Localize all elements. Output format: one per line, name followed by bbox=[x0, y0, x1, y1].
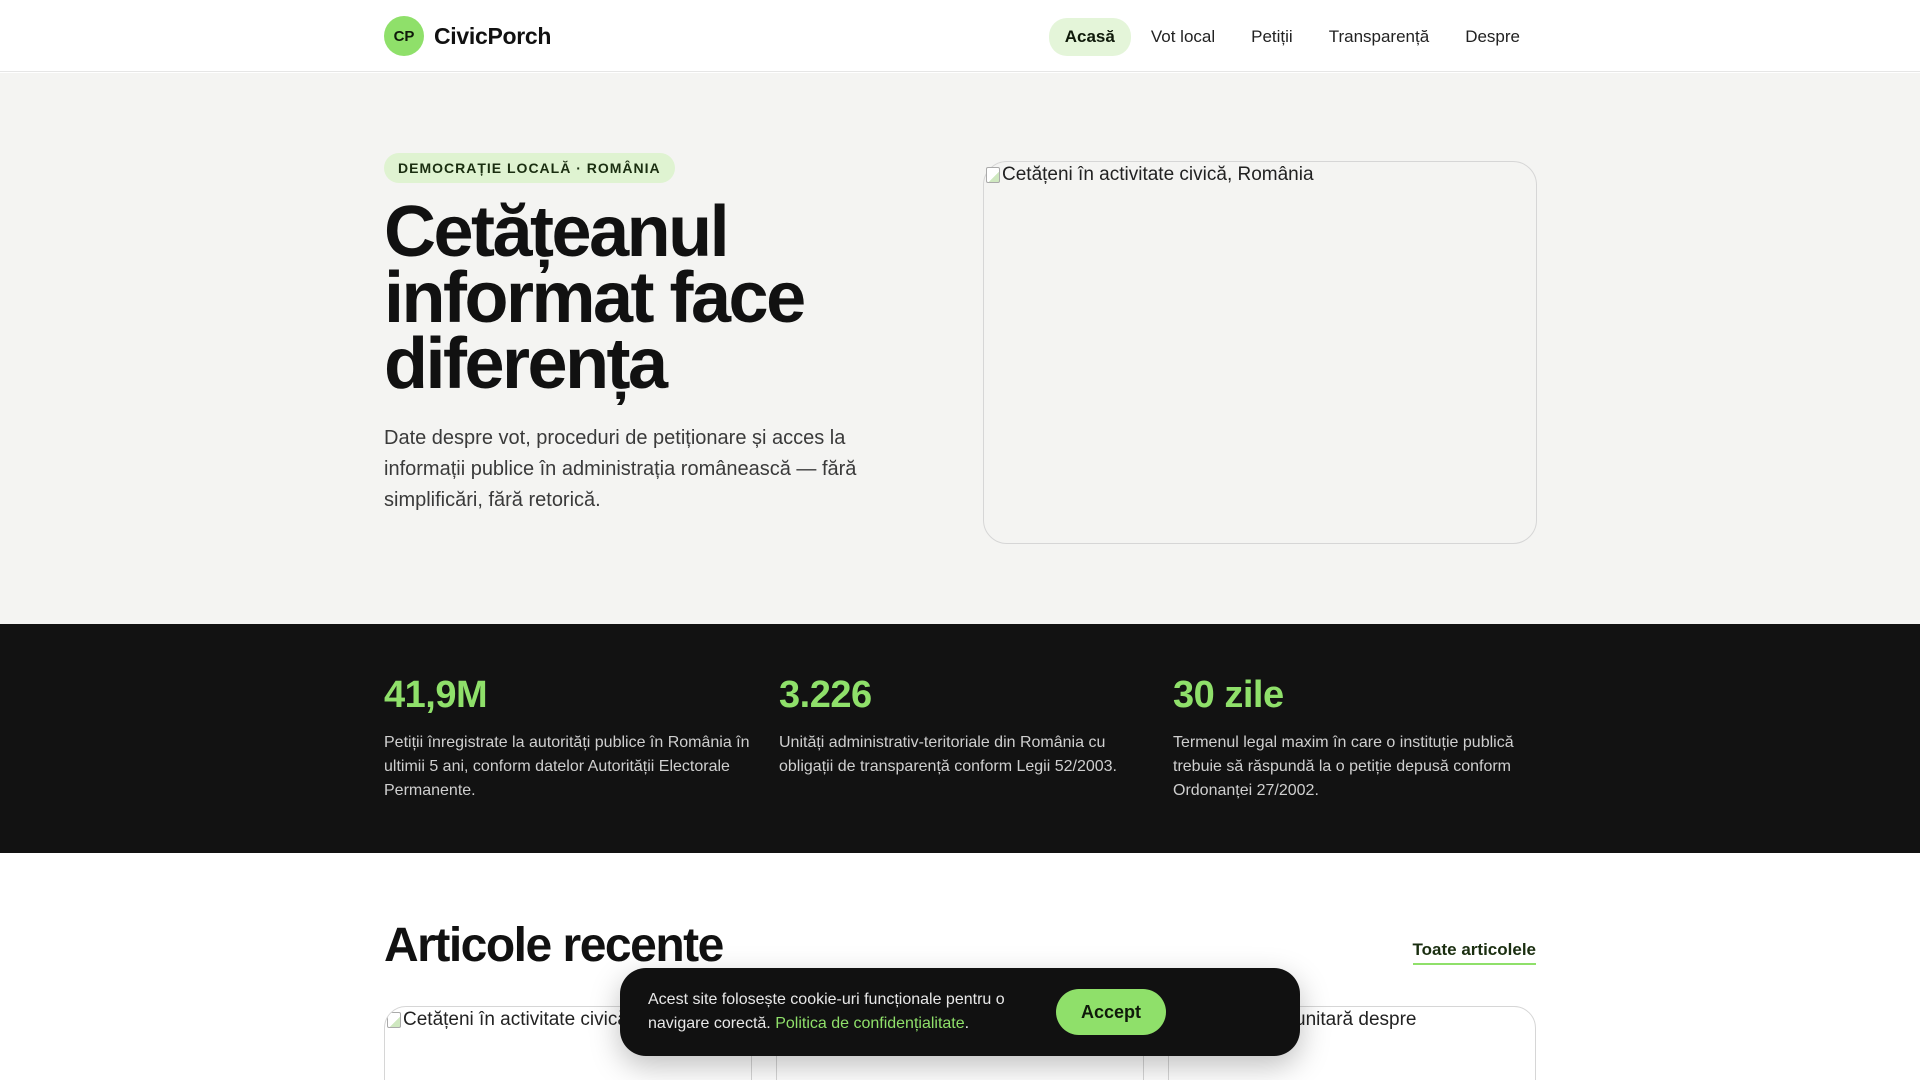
site-header: CP CivicPorch Acasă Vot local Petiții Tr… bbox=[0, 0, 1920, 72]
accept-cookies-button[interactable]: Accept bbox=[1056, 989, 1166, 1035]
stat-value: 3.226 bbox=[779, 674, 872, 716]
stat-description: Termenul legal maxim în care o instituți… bbox=[1173, 734, 1514, 799]
hero-image-alt: Cetățeni în activitate civică, România bbox=[986, 164, 1314, 186]
article-image-alt: Cetățeni în activitate civică bbox=[387, 1009, 628, 1031]
article-image-alt-text: unitară despre bbox=[1295, 1009, 1417, 1030]
cookie-text: Acest site folosește cookie-uri funcțion… bbox=[648, 988, 1068, 1036]
nav-item-acasa[interactable]: Acasă bbox=[1048, 18, 1131, 56]
article-image-alt: unitară despre bbox=[1295, 1009, 1416, 1031]
nav-item-transparenta[interactable]: Transparență bbox=[1313, 18, 1445, 56]
stat-deadline: 30 zile Termenul legal maxim în care o i… bbox=[1173, 674, 1543, 803]
articles-title: Articole recente bbox=[384, 919, 724, 972]
article-image-alt-text: Cetățeni în activitate civică bbox=[403, 1009, 628, 1030]
stat-value: 41,9M bbox=[384, 674, 488, 716]
stat-value: 30 zile bbox=[1173, 674, 1284, 716]
nav-item-despre[interactable]: Despre bbox=[1449, 18, 1536, 56]
hero-tag: DEMOCRAȚIE LOCALĂ · ROMÂNIA bbox=[384, 153, 675, 183]
stats-section: 41,9M Petiții înregistrate la autorități… bbox=[0, 624, 1920, 853]
cookie-banner: Acest site folosește cookie-uri funcțion… bbox=[620, 968, 1300, 1056]
privacy-policy-link[interactable]: Politica de confidențialitate bbox=[775, 1015, 964, 1032]
hero-title: Cetățeanul informat face diferența bbox=[384, 192, 806, 404]
nav-item-vot-local[interactable]: Vot local bbox=[1135, 18, 1231, 56]
main-nav: Acasă Vot local Petiții Transparență Des… bbox=[1048, 18, 1536, 56]
stat-description: Petiții înregistrate la autorități publi… bbox=[384, 734, 750, 799]
stat-description: Unități administrativ-teritoriale din Ro… bbox=[779, 734, 1117, 775]
logo-badge: CP bbox=[384, 16, 424, 56]
logo[interactable]: CP CivicPorch bbox=[384, 16, 551, 56]
hero-image-alt-text: Cetățeni în activitate civică, România bbox=[1002, 164, 1314, 185]
stat-units: 3.226 Unități administrativ-teritoriale … bbox=[779, 674, 1149, 779]
stat-petitions: 41,9M Petiții înregistrate la autorități… bbox=[384, 674, 754, 803]
all-articles-link[interactable]: Toate articolele bbox=[1412, 940, 1536, 965]
hero-section: DEMOCRAȚIE LOCALĂ · ROMÂNIA Cetățeanul i… bbox=[0, 73, 1920, 624]
logo-text: CivicPorch bbox=[434, 22, 552, 49]
broken-image-icon bbox=[387, 1012, 401, 1028]
cookie-period: . bbox=[964, 1015, 970, 1032]
hero-image: Cetățeni în activitate civică, România bbox=[983, 161, 1537, 544]
broken-image-icon bbox=[986, 167, 1000, 183]
nav-item-petitii[interactable]: Petiții bbox=[1235, 18, 1309, 56]
hero-text: Date despre vot, proceduri de petiționar… bbox=[384, 427, 857, 511]
